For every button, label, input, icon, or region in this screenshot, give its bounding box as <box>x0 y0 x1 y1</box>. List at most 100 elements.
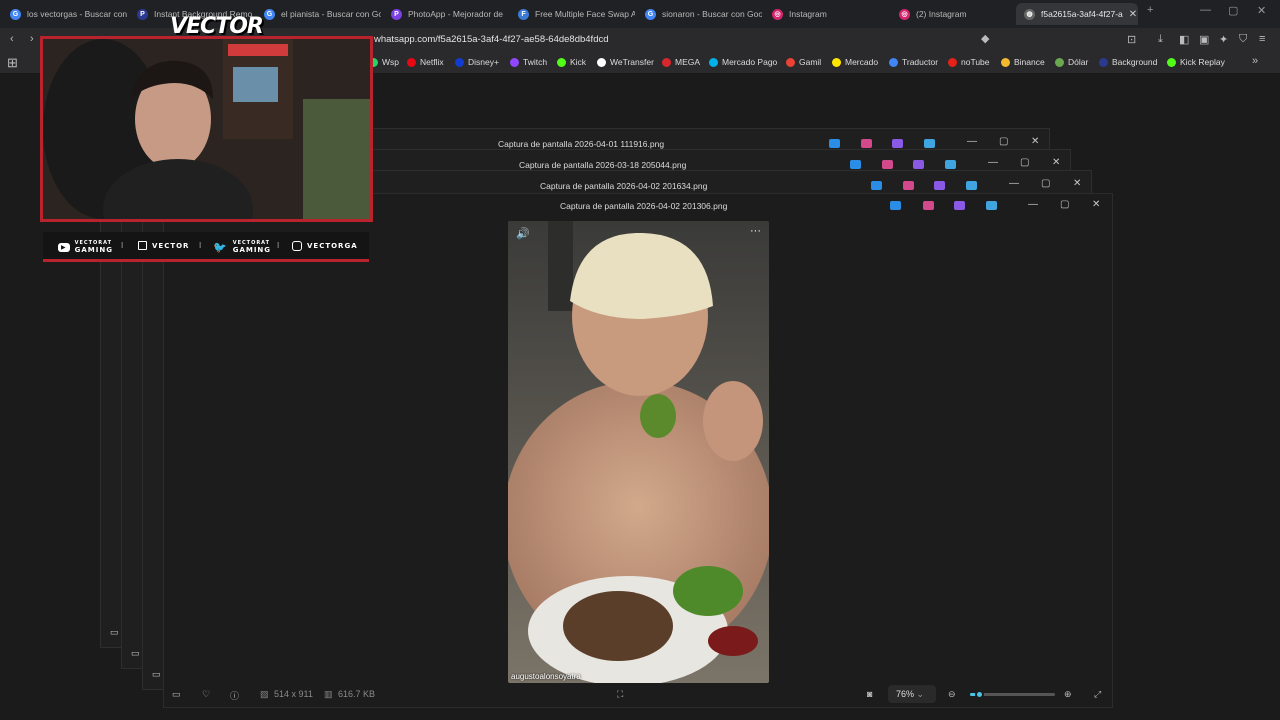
bookmark-notube[interactable]: noTube <box>948 57 990 67</box>
favorite-heart-icon[interactable]: ♡ <box>202 689 210 700</box>
photo-image <box>508 221 769 683</box>
onedrive-icon[interactable] <box>945 160 956 169</box>
filmstrip-icon[interactable]: ▭ <box>110 627 119 638</box>
tab[interactable]: ◎ Instagram <box>764 3 889 25</box>
bookmark-disney[interactable]: Disney+ <box>455 57 499 67</box>
back-icon[interactable]: ‹ <box>10 33 14 45</box>
google-icon: G <box>10 8 21 20</box>
maximize-icon[interactable]: ▢ <box>1020 157 1029 168</box>
close-icon[interactable]: ✕ <box>1052 157 1060 168</box>
bookmark-traductor[interactable]: Traductor <box>889 57 938 67</box>
photos-app-icon[interactable] <box>829 139 840 148</box>
bookmark-background[interactable]: Background <box>1099 57 1157 67</box>
screenshot-icon[interactable]: ⊡ <box>1127 33 1136 46</box>
designer-icon[interactable] <box>913 160 924 169</box>
bookmark-binance[interactable]: Binance <box>1001 57 1045 67</box>
tab-label: el pianista - Buscar con Go <box>281 9 381 19</box>
clipchamp-icon[interactable] <box>882 160 893 169</box>
onedrive-icon[interactable] <box>924 139 935 148</box>
clipchamp-icon[interactable] <box>903 181 914 190</box>
address-bar[interactable]: whatsapp.com/f5a2615a-3af4-4f27-ae58-64d… <box>374 34 609 45</box>
displayed-photo[interactable]: 🔊 ··· augustoalonsoyatra <box>508 221 769 683</box>
bookmark-mercado[interactable]: Mercado <box>832 57 878 67</box>
maximize-icon[interactable]: ▢ <box>1060 199 1069 210</box>
speaker-icon[interactable]: 🔊 <box>516 227 530 240</box>
bookmark-netflix[interactable]: Netflix <box>407 57 444 67</box>
tab[interactable]: P PhotoApp - Mejorador de <box>383 3 508 25</box>
zoom-in-icon[interactable]: ⊕ <box>1064 689 1072 700</box>
zoom-select[interactable]: 76% ⌄ <box>888 685 936 703</box>
photos-app-icon[interactable] <box>890 201 901 210</box>
close-icon[interactable]: ✕ <box>1073 178 1081 189</box>
apps-grid-icon[interactable]: ⊞ <box>7 55 18 71</box>
tab[interactable]: F Free Multiple Face Swap A <box>510 3 635 25</box>
social-handle-line2: GAMING <box>74 246 113 254</box>
maximize-icon[interactable]: ▢ <box>1228 4 1238 17</box>
tab-active[interactable]: ◍ f5a2615a-3af4-4f27-a ✕ <box>1016 3 1138 25</box>
tab[interactable]: Glos vectorgas - Buscar con <box>2 3 127 25</box>
filmstrip-toggle-icon[interactable]: ▭ <box>172 689 181 700</box>
forward-icon[interactable]: › <box>30 33 34 45</box>
tab[interactable]: Gel pianista - Buscar con Go <box>256 3 381 25</box>
vpn-icon[interactable]: ⛉ <box>1239 33 1247 46</box>
designer-icon[interactable] <box>934 181 945 190</box>
bookmark-dolar[interactable]: Dólar <box>1055 57 1088 67</box>
minimize-icon[interactable]: — <box>1009 178 1019 189</box>
bookmark-label: noTube <box>961 57 990 67</box>
designer-icon[interactable] <box>954 201 965 210</box>
close-icon[interactable]: ✕ <box>1092 199 1100 210</box>
fullscreen-icon[interactable]: ⤢ <box>1094 689 1101 700</box>
clipchamp-icon[interactable] <box>923 201 934 210</box>
clipchamp-icon[interactable] <box>861 139 872 148</box>
youtube-icon: ▶ <box>58 242 70 252</box>
maximize-icon[interactable]: ▢ <box>999 136 1008 147</box>
maximize-icon[interactable]: ▢ <box>1041 178 1050 189</box>
info-icon[interactable]: ⓘ <box>230 689 239 702</box>
photos-app-icon[interactable] <box>850 160 861 169</box>
bookmark-wsp[interactable]: Wsp <box>369 57 399 67</box>
zoom-out-icon[interactable]: ⊖ <box>948 689 956 700</box>
more-options-icon[interactable]: ··· <box>750 225 761 237</box>
actual-size-icon[interactable]: ◙ <box>867 689 872 699</box>
google-icon: G <box>645 8 656 20</box>
filmstrip-icon[interactable]: ▭ <box>131 648 140 659</box>
close-icon[interactable]: ✕ <box>1031 136 1039 147</box>
minimize-icon[interactable]: — <box>1200 4 1211 16</box>
fit-screen-icon[interactable]: ⛶ <box>617 689 623 700</box>
bookmark-mega[interactable]: MEGA <box>662 57 700 67</box>
tab[interactable]: Gsionaron - Buscar con Goo <box>637 3 762 25</box>
designer-icon[interactable] <box>892 139 903 148</box>
bookmark-kick[interactable]: Kick <box>557 57 586 67</box>
bookmark-label: Wsp <box>382 57 399 67</box>
menu-icon[interactable]: ≡ <box>1259 33 1265 45</box>
close-tab-icon[interactable]: ✕ <box>1129 9 1138 20</box>
onedrive-icon[interactable] <box>966 181 977 190</box>
minimize-icon[interactable]: — <box>967 136 977 147</box>
bookmark-label: MEGA <box>675 57 701 67</box>
bookmark-gamil[interactable]: Gamil <box>786 57 821 67</box>
dollar-icon <box>1055 57 1064 67</box>
bookmark-label: Dólar <box>1068 57 1089 67</box>
more-bookmarks-icon[interactable]: » <box>1252 55 1258 67</box>
tab[interactable]: ◎ (2) Instagram <box>891 3 1016 25</box>
onedrive-icon[interactable] <box>986 201 997 210</box>
minimize-icon[interactable]: — <box>1028 199 1038 210</box>
sidebar-icon[interactable]: ◧ <box>1179 33 1189 46</box>
filmstrip-icon[interactable]: ▭ <box>152 669 161 680</box>
close-icon[interactable]: ✕ <box>1257 4 1266 17</box>
photos-app-icon[interactable] <box>871 181 882 190</box>
brave-shield-icon[interactable]: ◆ <box>981 32 989 45</box>
bookmark-wetransfer[interactable]: WeTransfer <box>597 57 654 67</box>
minimize-icon[interactable]: — <box>988 157 998 168</box>
bookmark-mercado-pago[interactable]: Mercado Pago <box>709 57 777 67</box>
zoom-slider[interactable] <box>970 690 1055 699</box>
wallet-icon[interactable]: ▣ <box>1199 33 1209 46</box>
zoom-slider-thumb[interactable] <box>974 690 984 699</box>
bookmark-label: Netflix <box>420 57 444 67</box>
new-tab-button[interactable]: + <box>1147 4 1153 16</box>
download-icon[interactable]: ⤓ <box>1158 33 1163 46</box>
background-icon <box>1099 57 1108 67</box>
bookmark-twitch[interactable]: Twitch <box>510 57 547 67</box>
leo-ai-icon[interactable]: ✦ <box>1219 33 1228 46</box>
bookmark-kick-replay[interactable]: Kick Replay <box>1167 57 1225 67</box>
